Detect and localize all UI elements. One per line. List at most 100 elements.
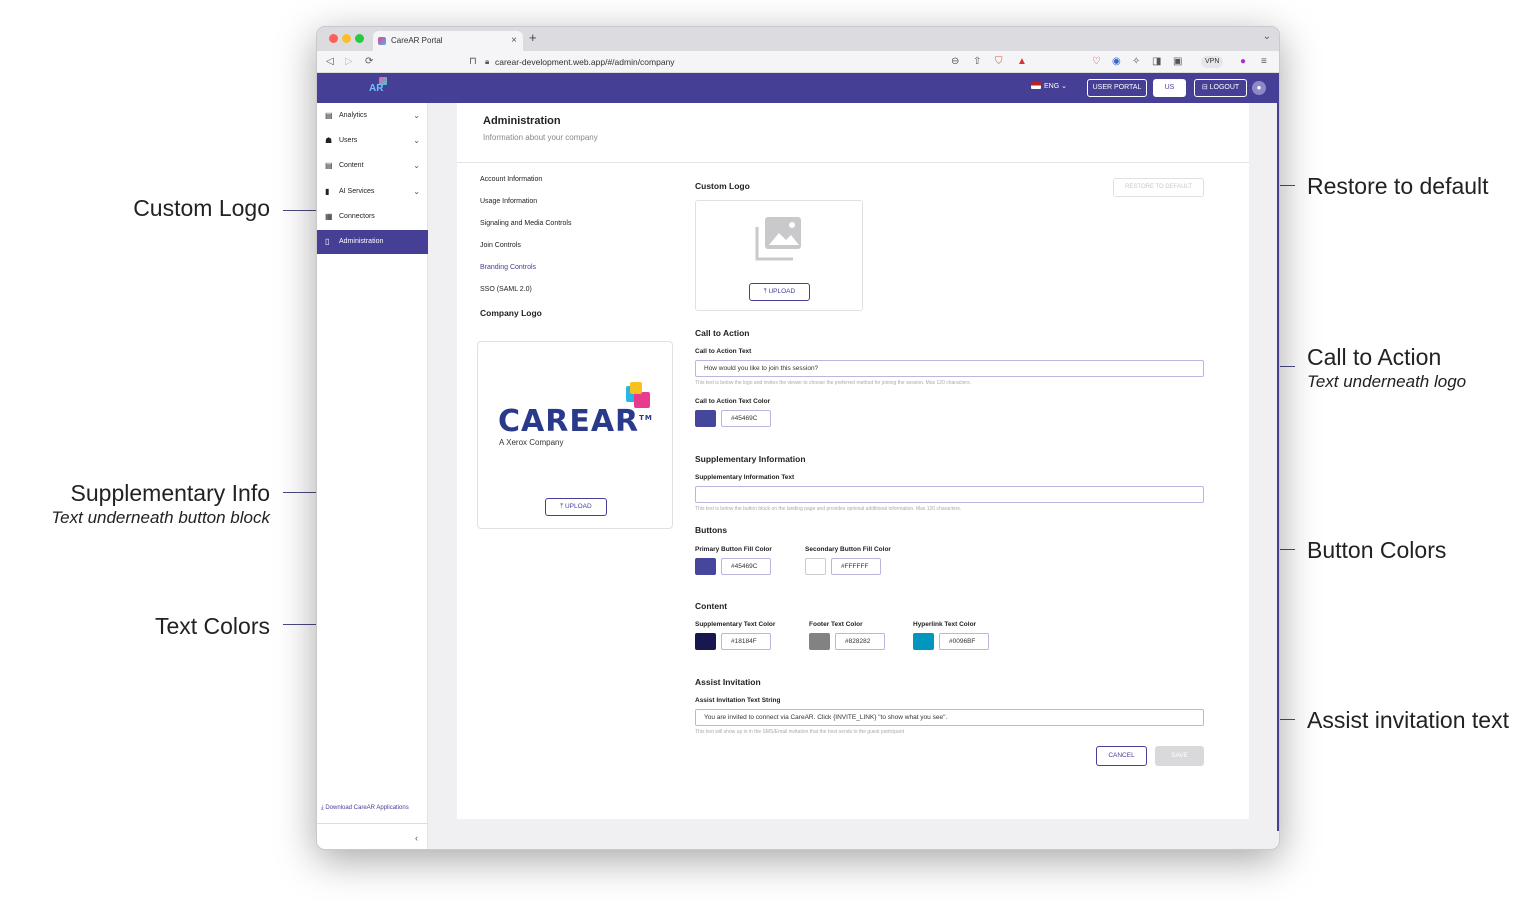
address-bar[interactable]: carear-development.web.app/#/admin/compa… [495, 55, 675, 69]
forward-icon[interactable]: ▷ [345, 55, 353, 69]
primary-fill-input[interactable]: #45469C [721, 558, 771, 575]
custom-logo-upload-button[interactable]: ⤒ UPLOAD [749, 283, 810, 301]
bookmark-icon[interactable]: ⊓ [469, 55, 477, 69]
scrollbar[interactable] [1277, 103, 1279, 831]
supp-text-input[interactable] [695, 486, 1204, 503]
secondary-fill-input[interactable]: #FFFFFF [831, 558, 881, 575]
sidebar-item-label: AI Services [339, 188, 375, 195]
footer-color-input[interactable]: #828282 [835, 633, 885, 650]
subnav-sso[interactable]: SSO (SAML 2.0) [480, 286, 532, 293]
sidebar: ▤ Analytics ⌄ ☗ Users ⌄ ▤ Content ⌄ ▮ AI Servic… [317, 103, 428, 849]
new-tab-icon[interactable]: + [529, 30, 537, 45]
language-select[interactable]: ENG ⌄ [1031, 82, 1067, 90]
subnav-usage-information[interactable]: Usage Information [480, 198, 537, 205]
pocket-icon[interactable]: ♡ [1092, 55, 1101, 69]
sidebar-item-label: Analytics [339, 112, 368, 119]
sidebar-item-label: Content [339, 162, 364, 169]
close-window-dot[interactable] [329, 34, 338, 43]
supp-section-title: Supplementary Information [695, 454, 806, 464]
restore-default-button[interactable]: RESTORE TO DEFAULT [1113, 178, 1204, 197]
cta-color-swatch[interactable] [695, 410, 716, 427]
content-icon: ▤ [325, 161, 333, 170]
assist-help-text: This text will show up in in the SMS/Ema… [695, 729, 904, 735]
cta-color-input[interactable]: #45469C [721, 410, 771, 427]
menu-icon[interactable]: ≡ [1261, 55, 1267, 69]
link-color-label: Hyperlink Text Color [913, 621, 977, 628]
primary-fill-label: Primary Button Fill Color [695, 546, 772, 553]
primary-fill-swatch[interactable] [695, 558, 716, 575]
browser-window: CareAR Portal × + ⌄ ◁ ▷ ⟳ ⊓ 🔒︎ carear-de… [316, 26, 1280, 850]
reload-icon[interactable]: ⟳ [365, 55, 373, 69]
logo-ar-mark: AR [369, 83, 384, 94]
sidebar-item-analytics[interactable]: ▤ Analytics ⌄ [317, 104, 428, 128]
app-header: AR ENG ⌄ USER PORTAL US ⊟ LOGOUT ● [317, 73, 1279, 103]
sidebar-toggle-icon[interactable]: ◨ [1152, 55, 1161, 69]
callout-cta-sub: Text underneath logo [1307, 372, 1467, 391]
callout-button-colors-text: Button Colors [1307, 537, 1447, 563]
callout-supp-sub: Text underneath button block [51, 508, 270, 527]
vpn-badge[interactable]: VPN [1201, 56, 1224, 68]
alert-triangle-icon[interactable]: ▲ [1017, 55, 1027, 69]
sidebar-item-users[interactable]: ☗ Users ⌄ [317, 129, 428, 153]
profile-icon[interactable]: ● [1240, 55, 1246, 69]
download-apps-label: Download CareAR Applications [325, 805, 409, 811]
tab-close-icon[interactable]: × [511, 31, 517, 51]
extension-icon[interactable]: ◉ [1112, 55, 1121, 69]
callout-assist: Assist invitation text [1307, 707, 1532, 734]
minimize-window-dot[interactable] [342, 34, 351, 43]
collapse-sidebar-icon[interactable]: ‹ [317, 823, 428, 849]
footer-color-swatch[interactable] [809, 633, 830, 650]
supp-color-input[interactable]: #18184F [721, 633, 771, 650]
user-portal-button[interactable]: USER PORTAL [1087, 79, 1147, 97]
app-logo[interactable]: AR [363, 77, 403, 97]
company-logo-label: Company Logo [480, 308, 542, 318]
company-logo-upload-button[interactable]: ⤒ UPLOAD [545, 498, 607, 516]
cta-text-label: Call to Action Text [695, 348, 752, 355]
callout-assist-text: Assist invitation text [1307, 707, 1509, 733]
tab-list-chevron-icon[interactable]: ⌄ [1263, 31, 1271, 42]
sidebar-item-ai-services[interactable]: ▮ AI Services ⌄ [317, 180, 428, 204]
link-color-input[interactable]: #0096BF [939, 633, 989, 650]
content-section-title: Content [695, 601, 728, 611]
sidebar-item-administration[interactable]: ▯ Administration [317, 230, 428, 254]
zoom-window-dot[interactable] [355, 34, 364, 43]
callout-custom-logo: Custom Logo [60, 195, 270, 222]
link-color-swatch[interactable] [913, 633, 934, 650]
subnav-join-controls[interactable]: Join Controls [480, 242, 521, 249]
page-title: Administration [483, 115, 561, 127]
callout-supp-title: Supplementary Info [70, 480, 270, 506]
browser-tab[interactable]: CareAR Portal × [373, 31, 523, 51]
download-apps-link[interactable]: ⤓ Download CareAR Applications [321, 805, 409, 812]
save-button[interactable]: SAVE [1155, 746, 1204, 766]
share-icon[interactable]: ⇧ [973, 55, 981, 69]
supp-color-label: Supplementary Text Color [695, 621, 776, 628]
assist-text-input[interactable]: You are invited to connect via CareAR. C… [695, 709, 1204, 726]
back-icon[interactable]: ◁ [326, 55, 334, 69]
zoom-icon[interactable]: ⊖ [951, 55, 959, 69]
logout-button[interactable]: ⊟ LOGOUT [1194, 79, 1247, 97]
sidebar-item-connectors[interactable]: ▦ Connectors [317, 205, 428, 229]
subnav-branding-controls[interactable]: Branding Controls [480, 264, 536, 271]
callout-button-colors: Button Colors [1307, 537, 1532, 564]
callout-custom-logo-text: Custom Logo [133, 195, 270, 221]
wallet-icon[interactable]: ▣ [1173, 55, 1182, 69]
puzzle-icon[interactable]: ✧ [1132, 55, 1140, 69]
assist-text-label: Assist Invitation Text String [695, 697, 781, 704]
custom-logo-label: Custom Logo [695, 181, 750, 191]
cta-text-input[interactable]: How would you like to join this session? [695, 360, 1204, 377]
language-label: ENG [1044, 83, 1060, 90]
trademark: TM [639, 414, 653, 422]
favicon-icon [378, 37, 386, 45]
subnav-signaling-media[interactable]: Signaling and Media Controls [480, 220, 571, 227]
callout-restore-text: Restore to default [1307, 173, 1489, 199]
secondary-fill-swatch[interactable] [805, 558, 826, 575]
sidebar-item-content[interactable]: ▤ Content ⌄ [317, 154, 428, 178]
avatar[interactable]: ● [1252, 81, 1266, 95]
cancel-button[interactable]: CANCEL [1096, 746, 1147, 766]
region-button[interactable]: US [1153, 79, 1186, 97]
callout-cta: Call to Action Text underneath logo [1307, 344, 1532, 393]
main-panel: Administration Information about your co… [457, 103, 1249, 819]
subnav-account-information[interactable]: Account Information [480, 176, 542, 183]
supp-color-swatch[interactable] [695, 633, 716, 650]
shield-icon[interactable]: ⛉ [995, 55, 1003, 69]
